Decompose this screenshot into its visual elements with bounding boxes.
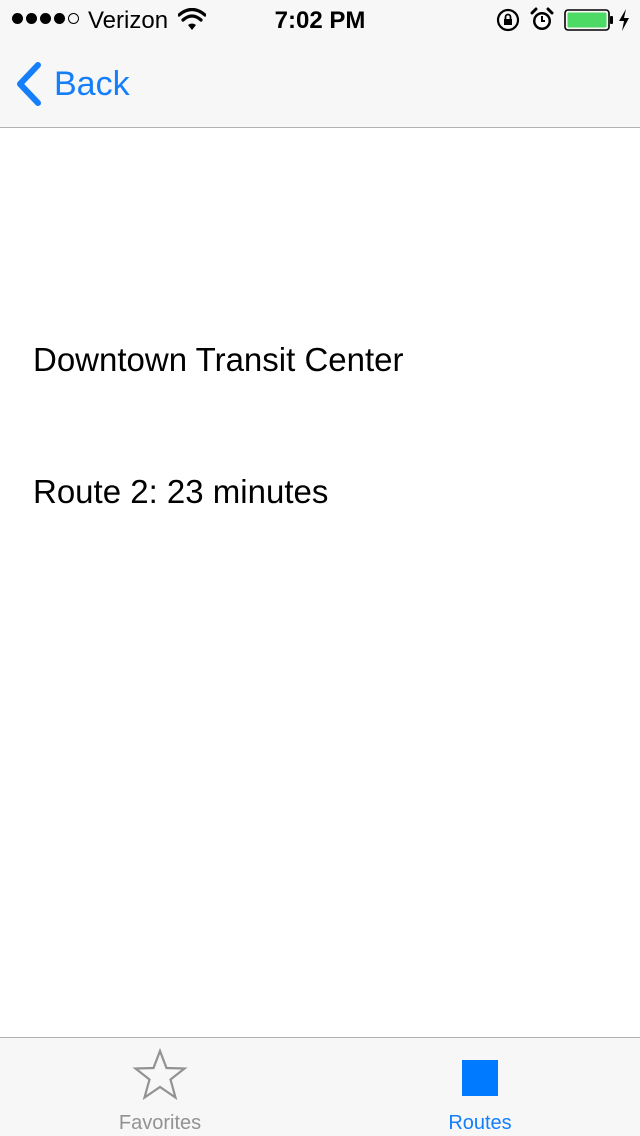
- charging-bolt-icon: [619, 9, 629, 31]
- status-bar: Verizon 7:02 PM: [0, 0, 640, 40]
- top-chrome: Verizon 7:02 PM Back: [0, 0, 640, 128]
- station-name: Downtown Transit Center: [33, 341, 404, 378]
- rotation-lock-icon: [496, 8, 520, 32]
- back-button[interactable]: Back: [14, 60, 130, 108]
- route-detail-content: Downtown Transit Center Route 2: 23 minu…: [0, 128, 640, 1036]
- chevron-left-icon[interactable]: [14, 61, 44, 107]
- route-arrival-time: Route 2: 23 minutes: [33, 473, 329, 510]
- battery-icon: [564, 9, 613, 31]
- tab-favorites[interactable]: Favorites: [0, 1038, 320, 1136]
- back-button-label[interactable]: Back: [54, 64, 130, 104]
- tab-routes[interactable]: Routes: [320, 1038, 640, 1136]
- tab-favorites-label[interactable]: Favorites: [0, 1111, 320, 1135]
- tab-bar: Favorites Routes: [0, 1037, 640, 1136]
- tab-routes-label[interactable]: Routes: [320, 1111, 640, 1135]
- alarm-icon: [530, 7, 554, 30]
- navigation-bar: Back: [0, 40, 640, 128]
- square-icon[interactable]: [462, 1060, 498, 1096]
- star-icon[interactable]: [132, 1048, 188, 1102]
